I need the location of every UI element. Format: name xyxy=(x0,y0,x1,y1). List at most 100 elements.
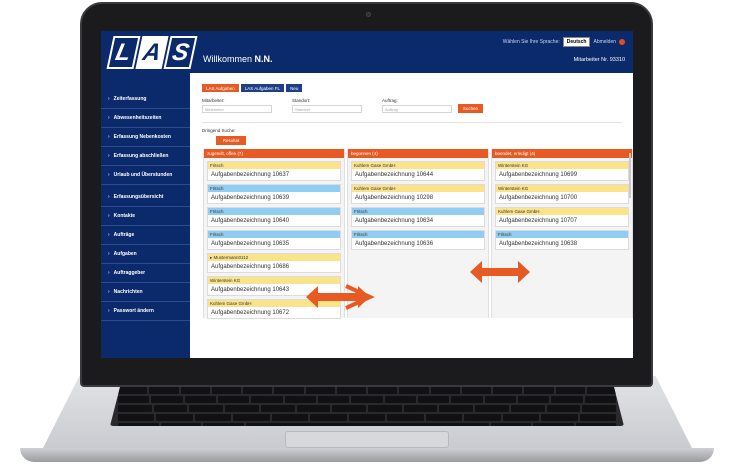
chevron-right-icon: › xyxy=(108,232,110,238)
sidebar-item-label: Aufgaben xyxy=(113,251,137,257)
chevron-right-icon: › xyxy=(108,194,110,200)
card-tag: Winterstein KG xyxy=(496,185,628,192)
chevron-right-icon: › xyxy=(108,115,110,121)
user-name: N.N. xyxy=(254,54,273,64)
chevron-right-icon: › xyxy=(108,270,110,276)
card-title: Aufgabenbezeichnung 10635 xyxy=(211,240,290,247)
task-card[interactable]: Fritsch Aufgabenbezeichnung 10635 xyxy=(207,230,341,250)
card-tag: Fritsch xyxy=(208,208,340,215)
sidebar-item-nachrichten[interactable]: › Nachrichten xyxy=(101,283,190,302)
sidebar: › Zeiterfassung › Abwesenheitszeiten › Erfa… xyxy=(101,73,190,358)
logout-icon[interactable] xyxy=(619,39,625,45)
logout-link[interactable]: Abmelden xyxy=(593,39,616,45)
card-title: Aufgabenbezeichnung 10638 xyxy=(499,240,578,247)
card-title: Aufgabenbezeichnung 10637 xyxy=(211,171,290,178)
sidebar-item-label: Erfassungsübersicht xyxy=(113,194,164,200)
sidebar-item-auftraggeber[interactable]: › Auftraggeber xyxy=(101,264,190,283)
task-card[interactable]: Kuhlem Gase GmbH Aufgabenbezeichnung 1064… xyxy=(351,161,485,181)
sidebar-item-aufgaben[interactable]: › Aufgaben xyxy=(101,245,190,264)
task-card[interactable]: Kuhlem Gase GmbH Aufgabenbezeichnung 1070… xyxy=(495,207,629,227)
card-tag: Fritsch xyxy=(496,231,628,238)
sidebar-item-urlaub[interactable]: › Urlaub und Überstunden xyxy=(101,166,190,185)
logo-letter: S xyxy=(163,36,198,69)
task-card[interactable]: Fritsch Aufgabenbezeichnung 10634 xyxy=(351,207,485,227)
card-title: Aufgabenbezeichnung 10644 xyxy=(355,171,434,178)
card-tag: Kuhlem Gase GmbH xyxy=(352,162,484,169)
kanban-board-wrapper: zugeteilt, offen (7) Fritsch Aufgabenbeze… xyxy=(190,73,633,358)
task-card[interactable]: Fritsch Aufgabenbezeichnung 10636 xyxy=(351,230,485,250)
task-card[interactable]: Fritsch Aufgabenbezeichnung 10639 xyxy=(207,184,341,204)
laptop-bezel: L A S Willkommen N.N. Wählen Sie Ihre Sp… xyxy=(80,2,653,387)
card-tag: Fritsch xyxy=(208,185,340,192)
sidebar-item-erfassung-abschliessen[interactable]: › Erfassung abschließen xyxy=(101,147,190,166)
task-card[interactable]: Fritsch Aufgabenbezeichnung 10637 xyxy=(207,161,341,181)
kanban-column: beendet, erledigt (4) Winterstein KG Aufg… xyxy=(491,149,633,318)
language-select[interactable]: Deutsch xyxy=(562,37,591,47)
task-card[interactable]: Fritsch Aufgabenbezeichnung 10638 xyxy=(495,230,629,250)
sidebar-item-nebenkosten[interactable]: › Erfassung Nebenkosten xyxy=(101,128,190,147)
laptop-keyboard xyxy=(110,386,624,426)
employee-number: Mitarbeiter Nr. 93310 xyxy=(573,57,625,63)
sidebar-item-zeiterfassung[interactable]: › Zeiterfassung xyxy=(101,90,190,109)
drag-arrow-right-icon xyxy=(345,284,375,310)
las-logo[interactable]: L A S xyxy=(106,36,198,69)
sidebar-item-label: Erfassung abschließen xyxy=(113,153,169,159)
welcome-prefix: Willkommen xyxy=(203,54,253,64)
sidebar-item-abwesenheitszeiten[interactable]: › Abwesenheitszeiten xyxy=(101,109,190,128)
sidebar-item-label: Zeiterfassung xyxy=(113,96,147,102)
welcome-text: Willkommen N.N. xyxy=(203,54,273,64)
card-tag: Winterstein KG xyxy=(208,277,340,284)
language-prompt: Wählen Sie Ihre Sprache: xyxy=(502,39,560,45)
chevron-right-icon: › xyxy=(108,251,110,257)
column-scrollbar[interactable] xyxy=(629,153,631,198)
card-title: Aufgabenbezeichnung 10699 xyxy=(499,171,578,178)
sidebar-item-label: Erfassung Nebenkosten xyxy=(113,134,171,140)
sidebar-item-label: Auftraggeber xyxy=(113,270,146,276)
kanban-board: zugeteilt, offen (7) Fritsch Aufgabenbeze… xyxy=(203,149,633,319)
sidebar-item-label: Passwort ändern xyxy=(113,308,154,314)
card-title: Aufgabenbezeichnung 10700 xyxy=(499,194,578,201)
chevron-right-icon: › xyxy=(108,172,110,178)
task-card[interactable]: Winterstein KG Aufgabenbezeichnung 10700 xyxy=(495,184,629,204)
card-title: Aufgabenbezeichnung 10298 xyxy=(355,194,434,201)
task-card[interactable]: Kuhlem Gase GmbH Aufgabenbezeichnung 1029… xyxy=(351,184,485,204)
laptop-base-lip xyxy=(20,448,714,462)
sidebar-item-label: Aufträge xyxy=(113,232,135,238)
camera-icon xyxy=(366,12,371,17)
card-title: Aufgabenbezeichnung 10640 xyxy=(211,217,290,224)
card-title: Aufgabenbezeichnung 10636 xyxy=(355,240,434,247)
task-card[interactable]: Fritsch Aufgabenbezeichnung 10640 xyxy=(207,207,341,227)
card-tag: Fritsch xyxy=(352,231,484,238)
app-header: L A S Willkommen N.N. Wählen Sie Ihre Sp… xyxy=(101,31,633,73)
column-header: beendet, erledigt (4) xyxy=(492,149,632,158)
drag-arrow-double-icon xyxy=(470,261,530,283)
sidebar-item-kontakte[interactable]: › Kontakte xyxy=(101,207,190,226)
sidebar-item-label: Abwesenheitszeiten xyxy=(113,115,162,121)
sidebar-item-label: Urlaub und Überstunden xyxy=(113,172,173,178)
task-card[interactable]: ▸ Mustermann0112 Aufgabenbezeichnung 1068… xyxy=(207,253,341,273)
chevron-right-icon: › xyxy=(108,96,110,102)
card-title: Aufgabenbezeichnung 10634 xyxy=(355,217,434,224)
sidebar-item-auftraege[interactable]: › Aufträge xyxy=(101,226,190,245)
card-tag: Fritsch xyxy=(208,162,340,169)
column-header: begonnen (4) xyxy=(348,149,488,158)
card-title: Aufgabenbezeichnung 10639 xyxy=(211,194,290,201)
card-title: Aufgabenbezeichnung 10707 xyxy=(499,217,578,224)
chevron-right-icon: › xyxy=(108,213,110,219)
task-card[interactable]: Winterstein KG Aufgabenbezeichnung 10699 xyxy=(495,161,629,181)
laptop-stage: L A S Willkommen N.N. Wählen Sie Ihre Sp… xyxy=(0,0,734,476)
sidebar-item-erfassungsuebersicht[interactable]: › Erfassungsübersicht xyxy=(101,188,190,207)
sidebar-item-label: Kontakte xyxy=(113,213,136,219)
card-tag: ▸ Mustermann0112 xyxy=(208,254,340,261)
chevron-right-icon: › xyxy=(108,308,110,314)
column-header: zugeteilt, offen (7) xyxy=(204,149,344,158)
laptop-trackpad xyxy=(285,431,449,448)
sidebar-item-label: Nachrichten xyxy=(113,289,143,295)
chevron-right-icon: › xyxy=(108,153,110,159)
chevron-right-icon: › xyxy=(108,289,110,295)
card-tag: Fritsch xyxy=(208,231,340,238)
sidebar-item-passwort[interactable]: › Passwort ändern xyxy=(101,302,190,321)
card-tag: Winterstein KG xyxy=(496,162,628,169)
chevron-right-icon: › xyxy=(108,134,110,140)
card-tag: Kuhlem Gase GmbH xyxy=(496,208,628,215)
